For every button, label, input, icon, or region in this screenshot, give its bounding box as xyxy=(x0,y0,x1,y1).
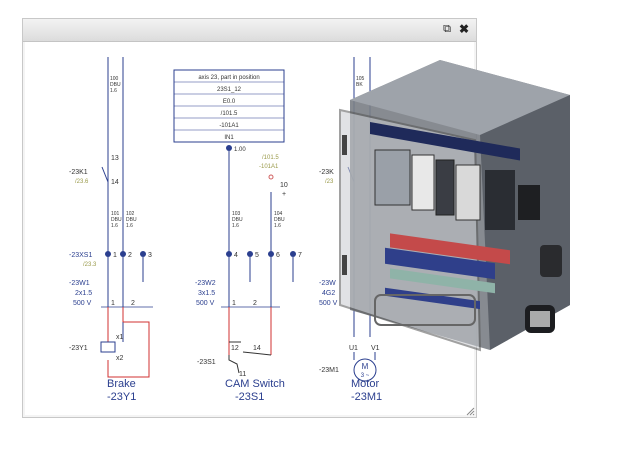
connector-pins: 1 2 3 xyxy=(105,251,152,282)
io-table-cell: E0.0 xyxy=(223,99,236,105)
control-cabinet-3d-image xyxy=(339,60,570,352)
switch-contact: 12 xyxy=(231,345,239,352)
close-icon[interactable]: ✖ xyxy=(457,22,471,36)
cross-reference: -101A1 xyxy=(259,164,279,170)
core-number: 2 xyxy=(131,300,135,307)
coil-terminal: x1 xyxy=(116,334,124,341)
contact-number: 14 xyxy=(111,179,119,186)
connector-pins: 4 5 6 7 xyxy=(226,251,302,282)
core-number: 1 xyxy=(232,300,236,307)
switch-ref: -23S1 xyxy=(197,359,216,366)
pin-label: 7 xyxy=(298,252,302,259)
motor-ref: -23M1 xyxy=(319,367,339,374)
cable-spec: 2x1.5 xyxy=(75,290,92,297)
circuit-title: Brake xyxy=(107,378,136,390)
popout-icon[interactable]: ⧉ xyxy=(440,22,454,36)
resize-grip-icon[interactable] xyxy=(465,406,475,416)
switch-contact: 11 xyxy=(239,371,246,378)
pin-label: 1 xyxy=(113,252,117,259)
cam-switch-circuit: axis 23, part in position 23S1_12 E0.0 /… xyxy=(173,69,302,403)
window-titlebar[interactable]: ⧉ ✖ xyxy=(23,19,476,42)
motor-letter: M xyxy=(362,362,369,371)
connector-xref: /23.3 xyxy=(83,262,97,268)
switch-contact: 14 xyxy=(253,345,261,352)
node-label: + xyxy=(282,191,286,198)
contact-number: 13 xyxy=(111,155,119,162)
wire-label: 1.6 xyxy=(111,223,118,229)
core-number: 1 xyxy=(111,300,115,307)
wire-label: 1.6 xyxy=(110,88,117,94)
pin-label: 3 xyxy=(148,252,152,259)
connector-ref: -23XS1 xyxy=(69,252,92,259)
relay-ref: -23K1 xyxy=(69,169,88,176)
io-table-cell: axis 23, part in position xyxy=(198,75,259,81)
relay-xref: /23.6 xyxy=(75,179,89,185)
circuit-title-ref: -23M1 xyxy=(351,391,382,403)
cable-voltage: 500 V xyxy=(196,300,215,307)
wire-label: 1.6 xyxy=(274,223,281,229)
io-table-cell: IN1 xyxy=(224,135,234,141)
circuit-title-ref: -23S1 xyxy=(235,391,264,403)
node-label: 1.00 xyxy=(234,147,246,153)
circuit-title-ref: -23Y1 xyxy=(107,391,136,403)
io-table-cell: /101.5 xyxy=(221,111,238,117)
coil-terminal: x2 xyxy=(116,355,124,362)
cable-ref: -23W2 xyxy=(195,280,216,287)
circuit-title: Motor xyxy=(351,378,379,390)
pin-label: 2 xyxy=(128,252,132,259)
wire-label: 1.6 xyxy=(126,223,133,229)
pin-label: 4 xyxy=(234,252,238,259)
core-number: 2 xyxy=(253,300,257,307)
brake-circuit: 100 DBU 1.6 13 14 -23K1 /23.6 101 DBU 1.… xyxy=(69,57,153,403)
cable-voltage: 500 V xyxy=(73,300,92,307)
circuit-title: CAM Switch xyxy=(225,378,285,390)
wire-label: 1.6 xyxy=(232,223,239,229)
cross-reference: /101.5 xyxy=(262,155,279,161)
device-ref: -23Y1 xyxy=(69,345,88,352)
cable-spec: 3x1.5 xyxy=(198,290,215,297)
pin-label: 6 xyxy=(276,252,280,259)
node-label: 10 xyxy=(280,182,288,189)
io-table-cell: -101A1 xyxy=(219,123,239,129)
cable-ref: -23W1 xyxy=(69,280,90,287)
io-table-cell: 23S1_12 xyxy=(217,87,242,93)
pin-label: 5 xyxy=(255,252,259,259)
